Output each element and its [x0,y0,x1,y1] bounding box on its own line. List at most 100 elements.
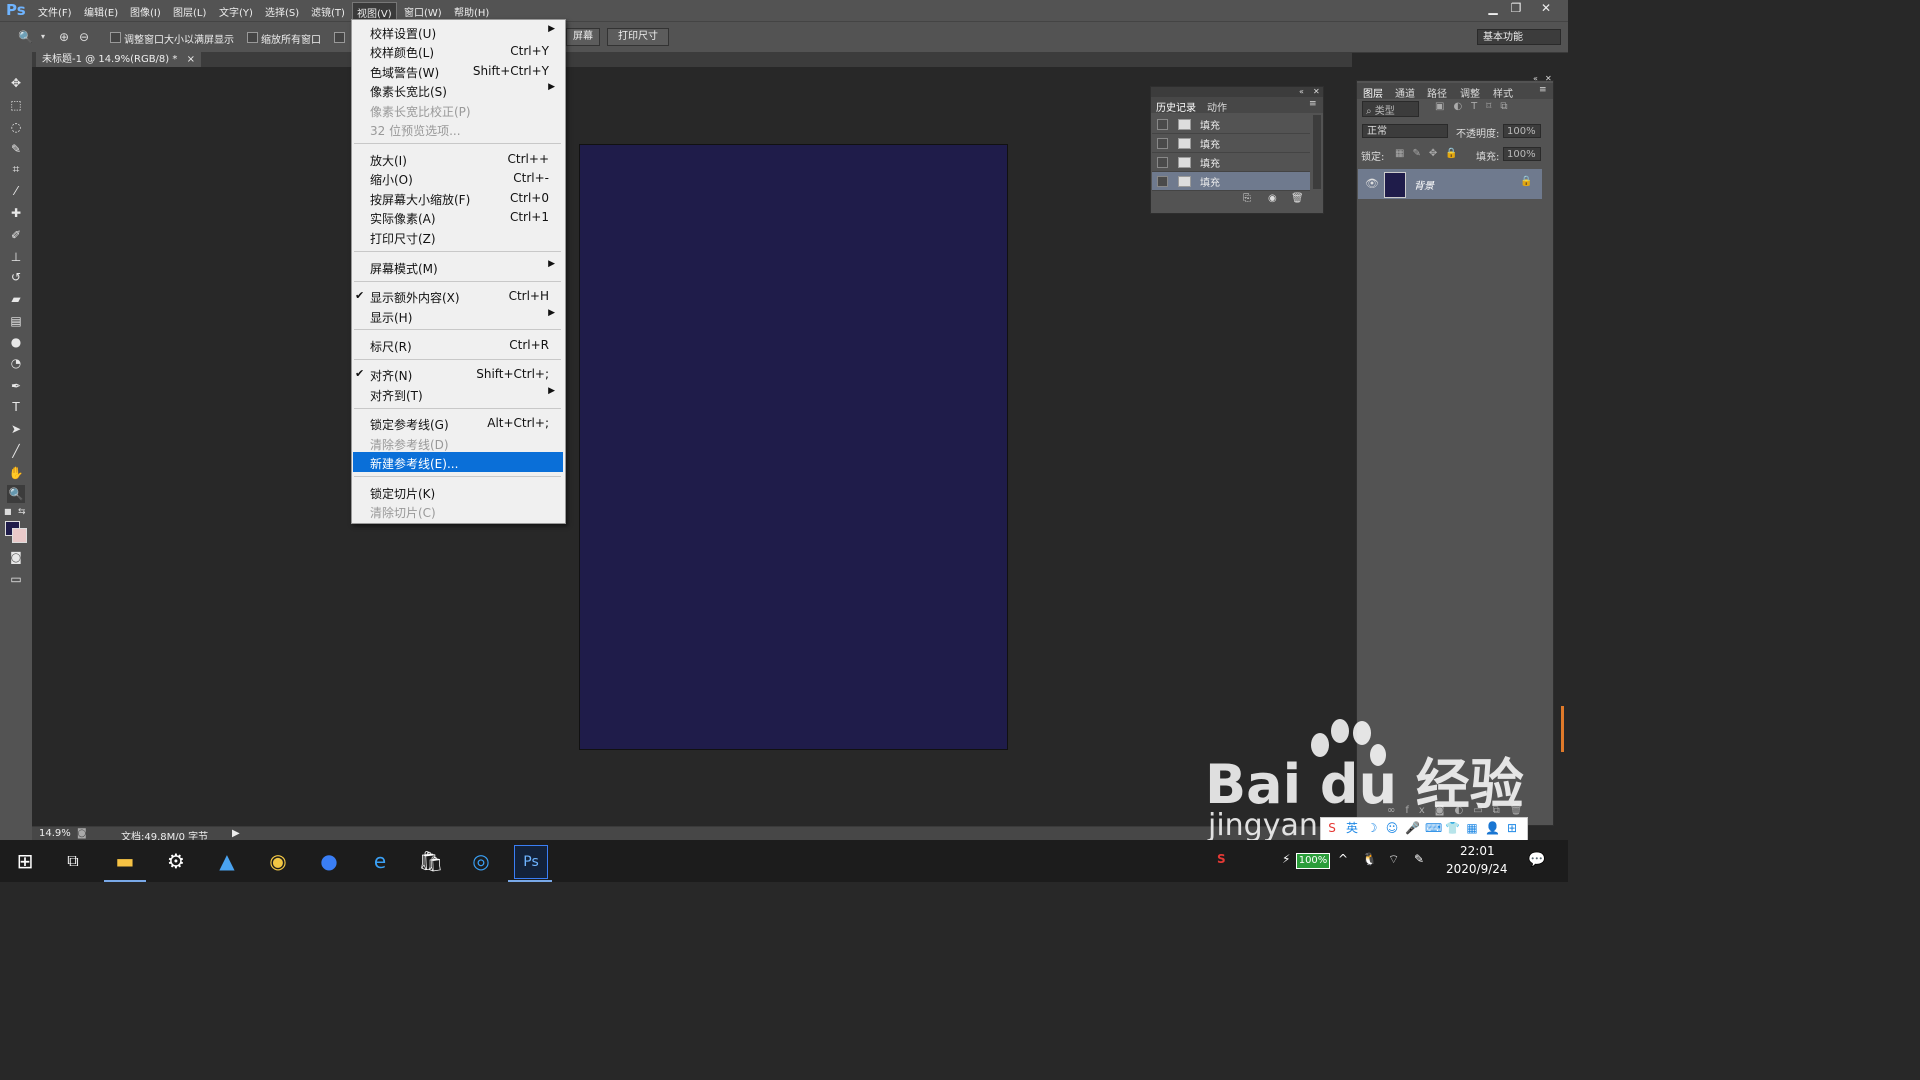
menu-item-rulers[interactable]: 标尺(R) Ctrl+R [352,335,563,355]
task-view-icon[interactable]: ⧉ [60,848,86,874]
lock-icons[interactable]: ▦✎✥🔒 [1395,148,1466,159]
history-brush-icon[interactable]: ↺ [7,268,25,286]
moon-icon[interactable]: ☽ [1365,821,1379,835]
close-button[interactable]: ✕ [1535,0,1557,18]
collapse-icon[interactable]: « [1299,87,1304,96]
history-snapshot-box[interactable] [1157,176,1168,187]
zoom-in-icon[interactable]: ⊕ [57,30,71,44]
tab-paths[interactable]: 路径 [1427,85,1447,100]
clock-date[interactable]: 2020/9/24 [1446,862,1508,876]
wifi-icon[interactable]: ⌔ [1388,852,1399,867]
menu-file[interactable]: 文件(F) [38,4,72,19]
menu-type[interactable]: 文字(Y) [219,4,253,19]
quick-mask-icon[interactable]: ◙ [7,548,25,566]
pen-tool-icon[interactable]: ✒ [7,377,25,395]
opacity-input[interactable]: 100% [1503,124,1541,138]
clock-time[interactable]: 22:01 [1460,844,1495,858]
eye-icon[interactable]: 👁 [1365,177,1379,190]
menu-item-new-guide[interactable]: 新建参考线(E)... [353,452,563,472]
layer-kind-filter[interactable]: ⌕ 类型 [1362,101,1419,117]
menu-item-pixel-aspect[interactable]: 像素长宽比(S) ▶ [352,80,563,100]
battery-indicator[interactable]: 100% [1296,853,1330,869]
keyboard-icon[interactable]: ⌨ [1425,821,1442,835]
hand-tool-icon[interactable]: ✋ [7,464,25,482]
menu-item-print-size[interactable]: 打印尺寸(Z) [352,227,563,247]
photos-icon[interactable]: ▲ [214,848,240,874]
file-explorer-icon[interactable]: ▬ [112,848,138,874]
blend-mode-select[interactable]: 正常 [1362,124,1448,138]
panel-close-icon[interactable]: ✕ [1313,87,1320,96]
dodge-tool-icon[interactable]: ◔ [7,354,25,372]
lasso-tool-icon[interactable]: ◌ [7,118,25,136]
workspace-select[interactable]: 基本功能 [1477,29,1561,45]
minimize-button[interactable]: ▁ [1482,0,1504,18]
mic-icon[interactable]: 🎤 [1405,821,1420,835]
swap-colors-icon[interactable]: ⇆ [18,507,26,517]
settings-icon[interactable]: ⚙ [163,848,189,874]
apps-icon[interactable]: ⊞ [1505,821,1519,835]
tab-styles[interactable]: 样式 [1493,85,1513,100]
camera-icon[interactable]: ◉ [1268,193,1277,204]
menu-edit[interactable]: 编辑(E) [84,4,118,19]
history-scrollbar[interactable] [1313,115,1321,189]
move-tool-icon[interactable]: ✥ [7,74,25,92]
screen-mode-icon[interactable]: ▭ [7,570,25,588]
zoom-tool-icon[interactable]: 🔍 [7,485,25,503]
menu-filter[interactable]: 滤镜(T) [311,4,345,19]
crop-tool-icon[interactable]: ⌗ [7,160,25,178]
menu-item-zoom-out[interactable]: 缩小(O) Ctrl+- [352,168,563,188]
menu-item-zoom-in[interactable]: 放大(I) Ctrl++ [352,149,563,169]
collapse-icon[interactable]: « [1533,74,1538,83]
type-tool-icon[interactable]: T [7,398,25,416]
menu-help[interactable]: 帮助(H) [454,4,489,19]
menu-item-show[interactable]: 显示(H) ▶ [352,306,563,326]
healing-brush-icon[interactable]: ✚ [7,204,25,222]
tab-history[interactable]: 历史记录 [1156,99,1196,114]
blur-tool-icon[interactable]: ● [7,333,25,351]
layer-row-background[interactable]: 👁 背景 🔒 [1358,169,1542,199]
eyedropper-tool-icon[interactable]: ⁄ [7,182,25,200]
layer-filter-icons[interactable]: ▣◐T⌑⧉ [1435,101,1517,112]
eraser-tool-icon[interactable]: ▰ [7,290,25,308]
path-select-tool-icon[interactable]: ➤ [7,420,25,438]
tab-layers[interactable]: 图层 [1363,85,1383,100]
menu-item-fit-screen[interactable]: 按屏幕大小缩放(F) Ctrl+0 [352,188,563,208]
tab-adjustments[interactable]: 调整 [1460,85,1480,100]
tab-close-icon[interactable]: × [187,54,195,65]
menu-image[interactable]: 图像(I) [130,4,161,19]
brush-tool-icon[interactable]: ✐ [7,226,25,244]
history-row-selected[interactable]: 填充 [1152,172,1310,191]
qq-tray-icon[interactable]: 🐧 [1362,852,1377,866]
ie-icon[interactable]: e [367,848,393,874]
tab-actions[interactable]: 动作 [1207,99,1227,114]
toolbox-icon[interactable]: ▦ [1465,821,1479,835]
panel-menu-icon[interactable]: ≡ [1309,99,1317,109]
app-l-icon[interactable]: ● [316,848,342,874]
fill-input[interactable]: 100% [1503,147,1541,161]
new-document-icon[interactable]: ⎘ [1243,193,1251,204]
zoom-tool-icon[interactable]: 🔍 [18,30,33,44]
restore-button[interactable]: ❐ [1505,0,1527,18]
layer-name[interactable]: 背景 [1414,177,1434,192]
menu-item-lock-guides[interactable]: 锁定参考线(G) Alt+Ctrl+; [352,413,563,433]
notification-icon[interactable]: 💬 [1528,852,1545,868]
history-row[interactable]: 填充 [1152,153,1310,172]
quick-select-tool-icon[interactable]: ✎ [7,140,25,158]
print-size-button[interactable]: 打印尺寸 [607,28,669,46]
line-tool-icon[interactable]: ╱ [7,442,25,460]
windows-start-icon[interactable]: ⊞ [12,848,38,874]
emoji-icon[interactable]: ☺ [1385,821,1399,835]
panel-menu-icon[interactable]: ≡ [1539,85,1547,95]
menu-item-proof-colors[interactable]: 校样颜色(L) Ctrl+Y [352,41,563,61]
chinese-mode-icon[interactable]: 英 [1345,821,1359,835]
menu-item-show-extras[interactable]: ✔ 显示额外内容(X) Ctrl+H [352,286,563,306]
tab-channels[interactable]: 通道 [1395,85,1415,100]
chevron-down-icon[interactable]: ▾ [36,30,50,44]
menu-item-lock-slices[interactable]: 锁定切片(K) [352,482,563,502]
fill-screen-button[interactable]: 屏幕 [566,28,600,46]
scrubby-zoom-checkbox[interactable] [334,32,345,43]
sogou-tray-icon[interactable]: S [1217,852,1226,866]
gradient-tool-icon[interactable]: ▤ [7,312,25,330]
photoshop-icon[interactable]: Ps [514,845,548,879]
resize-windows-checkbox[interactable] [110,32,121,43]
